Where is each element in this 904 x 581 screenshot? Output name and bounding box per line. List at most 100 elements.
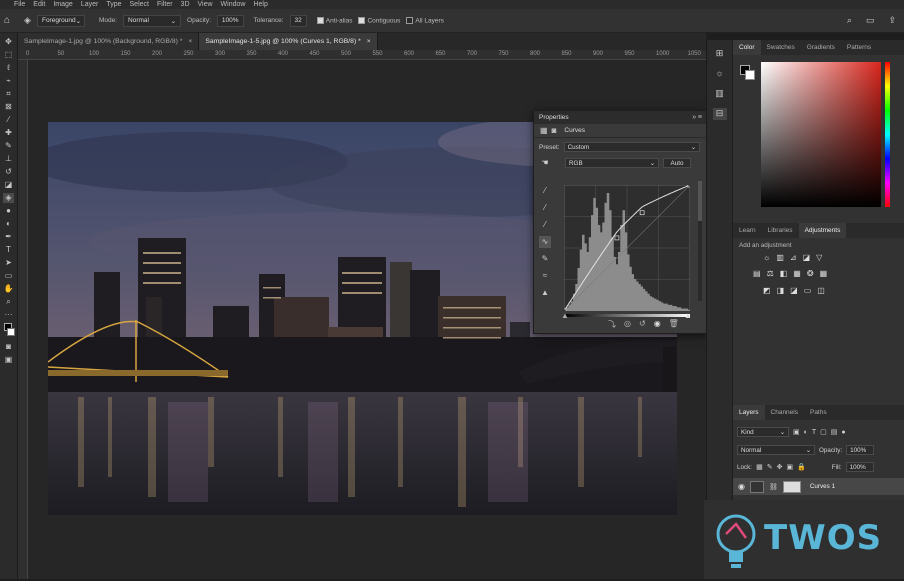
menu-type[interactable]: Type <box>106 1 121 8</box>
marquee-tool-icon[interactable]: ⬚ <box>3 50 14 60</box>
eraser-tool-icon[interactable]: ◪ <box>3 180 14 190</box>
menu-view[interactable]: View <box>198 1 213 8</box>
layer-row-curves[interactable]: ◉ ⛓ Curves 1 <box>733 478 904 495</box>
curves-adjust-icon[interactable]: ⊿ <box>790 253 797 262</box>
smooth-icon[interactable]: ≈ <box>539 270 551 282</box>
levels-adjust-icon[interactable]: ▥ <box>776 253 784 262</box>
tab-learn[interactable]: Learn <box>733 223 762 238</box>
color-swatches-icon[interactable] <box>3 323 15 339</box>
close-icon[interactable]: × <box>367 38 371 45</box>
zoom-tool-icon[interactable]: ⌕ <box>3 297 14 307</box>
selective-color-icon[interactable]: ◫ <box>817 286 825 295</box>
menu-image[interactable]: Image <box>53 1 72 8</box>
filter-type-icon[interactable]: T <box>812 429 816 436</box>
reset-icon[interactable]: ↺ <box>639 319 646 330</box>
visibility-eye-icon[interactable]: ◉ <box>738 482 745 491</box>
black-point-eyedropper-icon[interactable]: ⁄ <box>539 185 551 197</box>
filter-smart-icon[interactable]: ▤ <box>831 428 838 436</box>
tab-adjustments[interactable]: Adjustments <box>798 223 847 238</box>
lasso-tool-icon[interactable]: ℓ <box>3 63 14 73</box>
curve-point-icon[interactable]: ∿ <box>539 236 551 248</box>
tab-paths[interactable]: Paths <box>804 405 833 420</box>
pencil-icon[interactable]: ✎ <box>539 253 551 265</box>
curves-graph[interactable] <box>564 185 690 311</box>
tab-patterns[interactable]: Patterns <box>841 40 877 55</box>
contiguous-checkbox[interactable]: Contiguous <box>358 16 400 24</box>
tab-layers[interactable]: Layers <box>733 405 765 420</box>
stamp-tool-icon[interactable]: ⊥ <box>3 154 14 164</box>
tab-swatches[interactable]: Swatches <box>761 40 801 55</box>
lock-artboard-icon[interactable]: ▣ <box>786 463 793 471</box>
menu-layer[interactable]: Layer <box>81 1 99 8</box>
menu-3d[interactable]: 3D <box>181 1 190 8</box>
search-icon[interactable]: ⌕ <box>847 15 852 26</box>
menu-window[interactable]: Window <box>221 1 246 8</box>
eyedropper-tool-icon[interactable]: ⁄ <box>3 115 14 125</box>
antialias-checkbox[interactable]: Anti-alias <box>316 16 352 24</box>
auto-button[interactable]: Auto <box>663 158 691 168</box>
tab-channels[interactable]: Channels <box>765 405 804 420</box>
menu-help[interactable]: Help <box>253 1 267 8</box>
hue-slider[interactable] <box>885 62 890 207</box>
color-balance-icon[interactable]: ⚖ <box>767 269 774 278</box>
quick-mask-icon[interactable]: ◙ <box>3 342 14 352</box>
tab-sampleimage-1[interactable]: SampleImage-1.jpg @ 100% (Background, RG… <box>18 33 200 50</box>
quick-select-tool-icon[interactable]: ⌁ <box>3 76 14 86</box>
menu-select[interactable]: Select <box>130 1 149 8</box>
mask-icon[interactable]: ◙ <box>552 126 557 135</box>
trash-icon[interactable]: 🗑 <box>669 319 679 330</box>
history-icon[interactable]: ⊞ <box>713 48 727 60</box>
filter-pixel-icon[interactable]: ▣ <box>793 428 800 436</box>
properties-scrollbar[interactable] <box>698 181 702 301</box>
lock-pixels-icon[interactable]: ▦ <box>756 463 763 471</box>
layer-fill-input[interactable]: 100% <box>845 462 874 472</box>
shape-tool-icon[interactable]: ▭ <box>3 271 14 281</box>
channel-select[interactable]: RGB ⌄ <box>565 158 659 168</box>
lock-paint-icon[interactable]: ✎ <box>767 463 773 471</box>
lock-all-icon[interactable]: 🔒 <box>797 463 806 471</box>
view-previous-icon[interactable]: ◎ <box>624 319 631 330</box>
more-tools-icon[interactable]: ··· <box>3 310 14 320</box>
layer-opacity-input[interactable]: 100% <box>846 445 875 455</box>
tab-gradients[interactable]: Gradients <box>801 40 841 55</box>
levels-icon[interactable]: ▥ <box>713 88 727 100</box>
adjustment-icon[interactable]: ▦ <box>540 126 548 135</box>
move-tool-icon[interactable]: ✥ <box>3 37 14 47</box>
dodge-tool-icon[interactable]: ◐ <box>3 219 14 229</box>
blur-tool-icon[interactable]: ● <box>3 206 14 216</box>
properties-icon[interactable]: ⊟ <box>712 108 727 120</box>
fill-source-select[interactable]: Foreground ⌄ <box>36 14 85 27</box>
layer-mask-thumbnail[interactable] <box>782 480 801 493</box>
gray-point-eyedropper-icon[interactable]: ⁄ <box>539 202 551 214</box>
brightness-contrast-icon[interactable]: ☼ <box>763 253 770 262</box>
lock-move-icon[interactable]: ✥ <box>777 463 783 471</box>
curve-point[interactable] <box>614 235 620 241</box>
opacity-input[interactable]: 100% <box>216 14 244 27</box>
crop-tool-icon[interactable]: ⌗ <box>3 89 14 99</box>
filter-toggle-icon[interactable]: ● <box>841 429 845 436</box>
history-brush-tool-icon[interactable]: ↺ <box>3 167 14 177</box>
posterize-icon[interactable]: ◨ <box>777 286 785 295</box>
all-layers-checkbox[interactable]: All Layers <box>406 16 444 24</box>
tab-color[interactable]: Color <box>733 40 761 55</box>
tolerance-input[interactable]: 32 <box>289 14 307 27</box>
healing-tool-icon[interactable]: ✚ <box>3 128 14 138</box>
menu-filter[interactable]: Filter <box>157 1 173 8</box>
target-adjust-icon[interactable]: ☚ <box>539 157 551 169</box>
tab-libraries[interactable]: Libraries <box>762 223 799 238</box>
preset-select[interactable]: Custom ⌄ <box>563 142 700 152</box>
workspace-icon[interactable]: ▭ <box>866 15 875 26</box>
hue-saturation-icon[interactable]: ▤ <box>753 269 761 278</box>
curve-point[interactable] <box>687 185 690 188</box>
tab-sampleimage-1-5[interactable]: SampleImage-1-5.jpg @ 100% (Curves 1, RG… <box>199 33 378 50</box>
background-swatch[interactable] <box>745 70 755 80</box>
properties-header[interactable]: Properties » ≡ <box>534 111 706 124</box>
menu-file[interactable]: File <box>14 1 25 8</box>
brightness-icon[interactable]: ☼ <box>713 68 727 80</box>
vibrance-icon[interactable]: ▽ <box>816 253 822 262</box>
brush-tool-icon[interactable]: ✎ <box>3 141 14 151</box>
menu-edit[interactable]: Edit <box>33 1 45 8</box>
screen-mode-icon[interactable]: ▣ <box>3 355 14 365</box>
paint-bucket-tool-icon[interactable]: ◈ <box>3 193 14 203</box>
exposure-icon[interactable]: ◪ <box>803 253 811 262</box>
